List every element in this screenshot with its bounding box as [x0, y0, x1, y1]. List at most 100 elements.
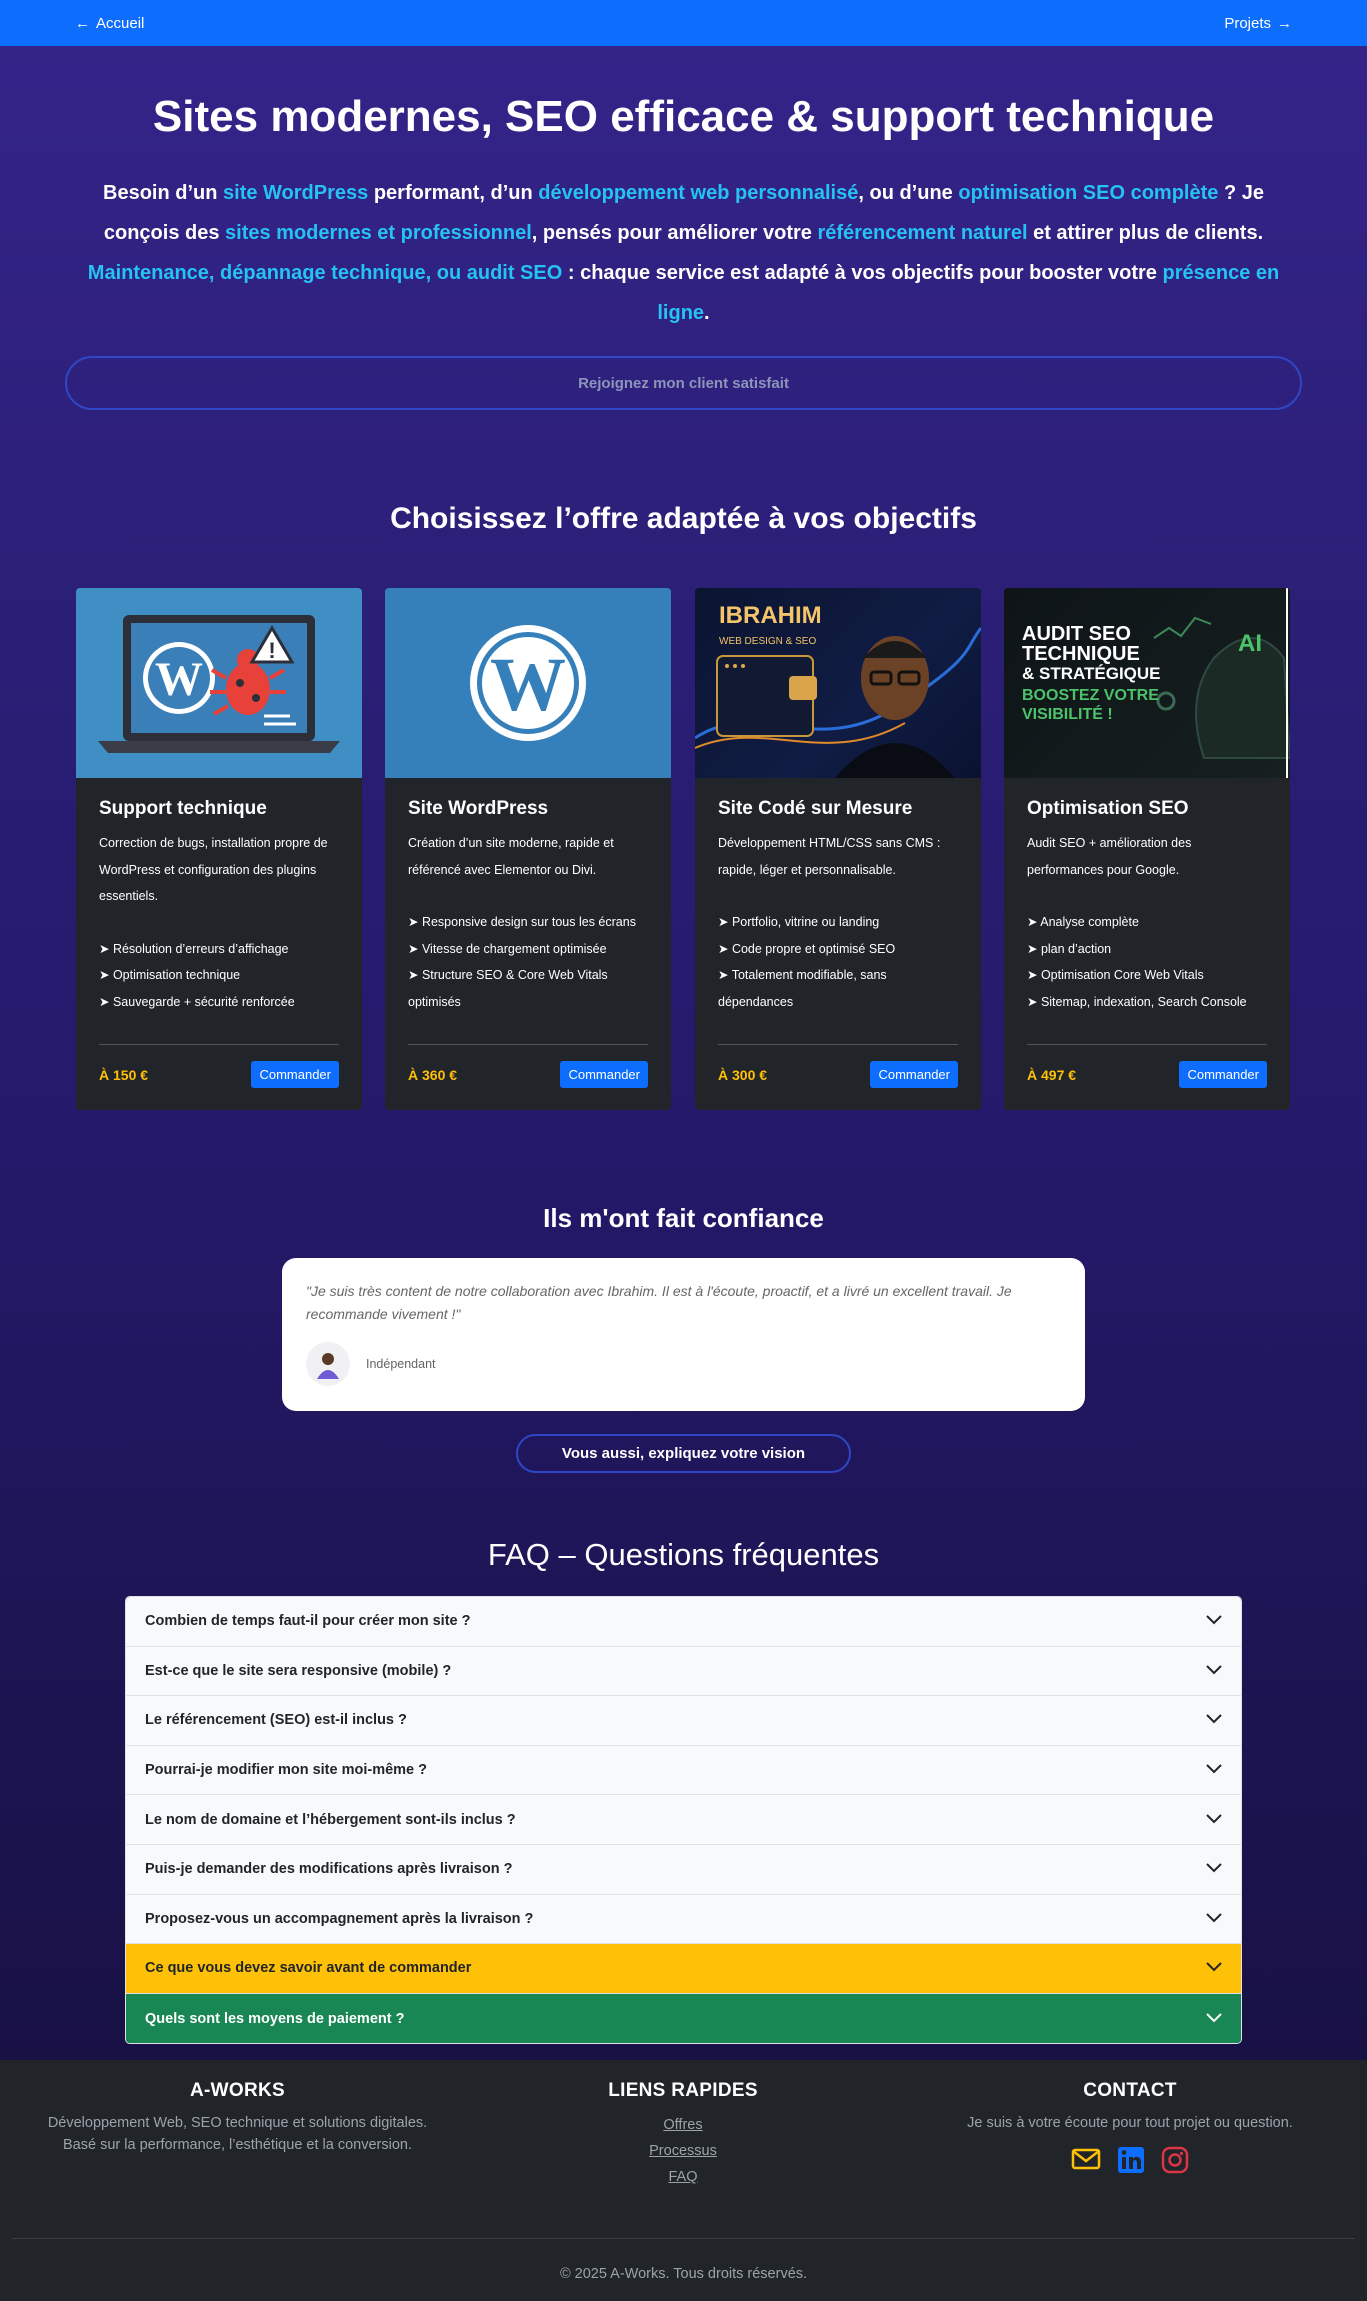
projects-label: Projets — [1224, 14, 1271, 32]
chevron-down-icon — [1206, 1861, 1222, 1877]
chevron-down-icon — [1206, 1911, 1222, 1927]
back-home-link[interactable]: ← Accueil — [75, 15, 144, 32]
wordpress-image: W — [385, 588, 671, 778]
offer-feature: ➤ Totalement modifiable, sans dépendance… — [718, 968, 887, 1009]
user-avatar-icon — [317, 1353, 339, 1379]
seo-audit-image: AUDIT SEO TECHNIQUE & STRATÉGIQUE BOOSTE… — [1004, 588, 1290, 778]
offer-price: À 360 € — [408, 1066, 458, 1083]
offer-card-seo: AUDIT SEO TECHNIQUE & STRATÉGIQUE BOOSTE… — [1004, 588, 1290, 1110]
intro-text: et attirer plus de clients. — [1027, 222, 1264, 244]
faq-item[interactable]: Est-ce que le site sera responsive (mobi… — [126, 1646, 1241, 1697]
offer-description: Correction de bugs, installation propre … — [99, 836, 328, 903]
order-button[interactable]: Commander — [870, 1061, 958, 1088]
chevron-down-icon — [1206, 1712, 1222, 1728]
faq-item[interactable]: Pourrai-je modifier mon site moi-même ? — [126, 1745, 1241, 1796]
faq-question: Le nom de domaine et l’hébergement sont-… — [145, 1811, 516, 1828]
hero-intro: Besoin d’un site WordPress performant, d… — [80, 173, 1287, 333]
support-image: W ! — [76, 588, 362, 778]
faq-question: Proposez-vous un accompagnement après la… — [145, 1910, 534, 1927]
testimonials-title: Ils m'ont fait confiance — [543, 1203, 824, 1233]
explain-vision-label: Vous aussi, expliquez votre vision — [561, 1445, 806, 1462]
offer-feature: ➤ Code propre et optimisé SEO — [718, 941, 896, 956]
chevron-down-icon — [1206, 1663, 1222, 1679]
footer-links: LIENS RAPIDES Offres Processus FAQ — [533, 2080, 833, 2190]
faq-title: FAQ – Questions fréquentes — [487, 1537, 880, 1572]
footer-link-offers[interactable]: Offres — [533, 2112, 833, 2138]
intro-highlight: référencement naturel — [817, 222, 1028, 244]
faq-item[interactable]: Puis-je demander des modifications après… — [126, 1844, 1241, 1895]
footer-divider — [12, 2238, 1355, 2239]
linkedin-icon[interactable] — [1117, 2146, 1145, 2179]
email-icon[interactable] — [1071, 2146, 1101, 2179]
offer-title: Support technique — [99, 798, 267, 819]
svg-text:W: W — [155, 653, 203, 706]
instagram-icon[interactable] — [1161, 2146, 1189, 2179]
offer-feature: ➤ plan d’action — [1027, 941, 1112, 956]
explain-vision-button[interactable]: Vous aussi, expliquez votre vision — [516, 1434, 851, 1473]
testimonial-quote: "Je suis très content de notre collabora… — [306, 1283, 1012, 1322]
faq-item[interactable]: Le nom de domaine et l’hébergement sont-… — [126, 1795, 1241, 1845]
site-footer: A-WORKS Développement Web, SEO technique… — [0, 2060, 1367, 2301]
avatar — [306, 1342, 350, 1386]
faq-item[interactable]: Le référencement (SEO) est-il inclus ? — [126, 1696, 1241, 1746]
testimonial-author: Indépendant — [366, 1357, 436, 1371]
faq-item-before-ordering[interactable]: Ce que vous devez savoir avant de comman… — [126, 1944, 1241, 1994]
offer-card-wordpress: W Site WordPress Création d’un site mode… — [385, 588, 671, 1110]
offer-title: Site Codé sur Mesure — [718, 798, 913, 819]
svg-text:!: ! — [268, 638, 275, 663]
join-clients-banner[interactable]: Rejoignez mon client satisfait — [65, 356, 1302, 410]
faq-question: Combien de temps faut-il pour créer mon … — [145, 1613, 471, 1630]
intro-text: . — [704, 302, 710, 324]
footer-links-title: LIENS RAPIDES — [608, 2080, 758, 2101]
chevron-down-icon — [1206, 1960, 1222, 1976]
projects-link[interactable]: Projets → — [1224, 15, 1292, 32]
footer-contact: CONTACT Je suis à votre écoute pour tout… — [910, 2080, 1350, 2179]
faq-question: Le référencement (SEO) est-il inclus ? — [145, 1712, 407, 1729]
faq-question: Puis-je demander des modifications après… — [145, 1861, 513, 1878]
intro-text: , ou d’une — [858, 182, 959, 204]
intro-text: performant, d’un — [368, 182, 539, 204]
image-name-text: IBRAHIM — [719, 602, 822, 629]
faq-question: Quels sont les moyens de paiement ? — [145, 2010, 405, 2027]
laptop-bug-icon: W ! — [98, 615, 340, 753]
image-text-line: & STRATÉGIQUE — [1022, 664, 1161, 683]
offer-description: Création d’un site moderne, rapide et ré… — [408, 836, 614, 877]
footer-brand-text: Basé sur la performance, l’esthétique et… — [63, 2137, 412, 2153]
faq-item[interactable]: Combien de temps faut-il pour créer mon … — [126, 1597, 1241, 1647]
faq-question: Ce que vous devez savoir avant de comman… — [145, 1960, 472, 1977]
offer-description: Développement HTML/CSS sans CMS : rapide… — [718, 836, 941, 877]
offer-feature: ➤ Analyse complète — [1027, 915, 1139, 929]
offers-title: Choisissez l’offre adaptée à vos objecti… — [390, 502, 977, 535]
intro-text: Besoin d’un — [103, 182, 224, 204]
order-button[interactable]: Commander — [560, 1061, 648, 1088]
offer-feature: ➤ Responsive design sur tous les écrans — [408, 915, 636, 929]
join-clients-label: Rejoignez mon client satisfait — [578, 374, 789, 392]
intro-text: : chaque service est adapté à vos object… — [562, 262, 1163, 284]
faq-question: Pourrai-je modifier mon site moi-même ? — [145, 1762, 427, 1779]
footer-link-faq[interactable]: FAQ — [533, 2164, 833, 2190]
copyright-text: © 2025 A-Works. Tous droits réservés. — [559, 2266, 808, 2282]
offer-card-support: W ! Support technique Correction de bugs… — [76, 588, 362, 1110]
offer-title: Optimisation SEO — [1027, 798, 1189, 819]
offer-feature: ➤ Résolution d’erreurs d’affichage — [99, 941, 289, 956]
offer-feature: ➤ Sitemap, indexation, Search Console — [1027, 994, 1247, 1009]
offer-description: Audit SEO + amélioration des performance… — [1027, 836, 1192, 877]
offer-feature: ➤ Optimisation technique — [99, 968, 241, 982]
arrow-left-icon: ← — [75, 14, 90, 32]
image-text-line: TECHNIQUE — [1022, 643, 1140, 665]
intro-highlight: site WordPress — [223, 182, 369, 204]
faq-question: Est-ce que le site sera responsive (mobi… — [145, 1662, 452, 1679]
image-subtitle-text: WEB DESIGN & SEO — [719, 636, 817, 647]
chevron-down-icon — [1206, 1812, 1222, 1828]
faq-item-payment[interactable]: Quels sont les moyens de paiement ? — [126, 1993, 1241, 2044]
footer-link-process[interactable]: Processus — [533, 2138, 833, 2164]
svg-text:W: W — [490, 643, 566, 727]
footer-brand-text: Développement Web, SEO technique et solu… — [47, 2115, 428, 2131]
intro-highlight: optimisation SEO complète — [958, 182, 1219, 204]
faq-item[interactable]: Proposez-vous un accompagnement après la… — [126, 1894, 1241, 1945]
order-button[interactable]: Commander — [251, 1061, 339, 1088]
offer-card-custom-site: IBRAHIM WEB DESIGN & SEO Site Codé sur M… — [695, 588, 981, 1110]
order-button[interactable]: Commander — [1179, 1061, 1267, 1088]
chevron-down-icon — [1206, 1762, 1222, 1778]
offer-price: À 497 € — [1027, 1066, 1077, 1083]
